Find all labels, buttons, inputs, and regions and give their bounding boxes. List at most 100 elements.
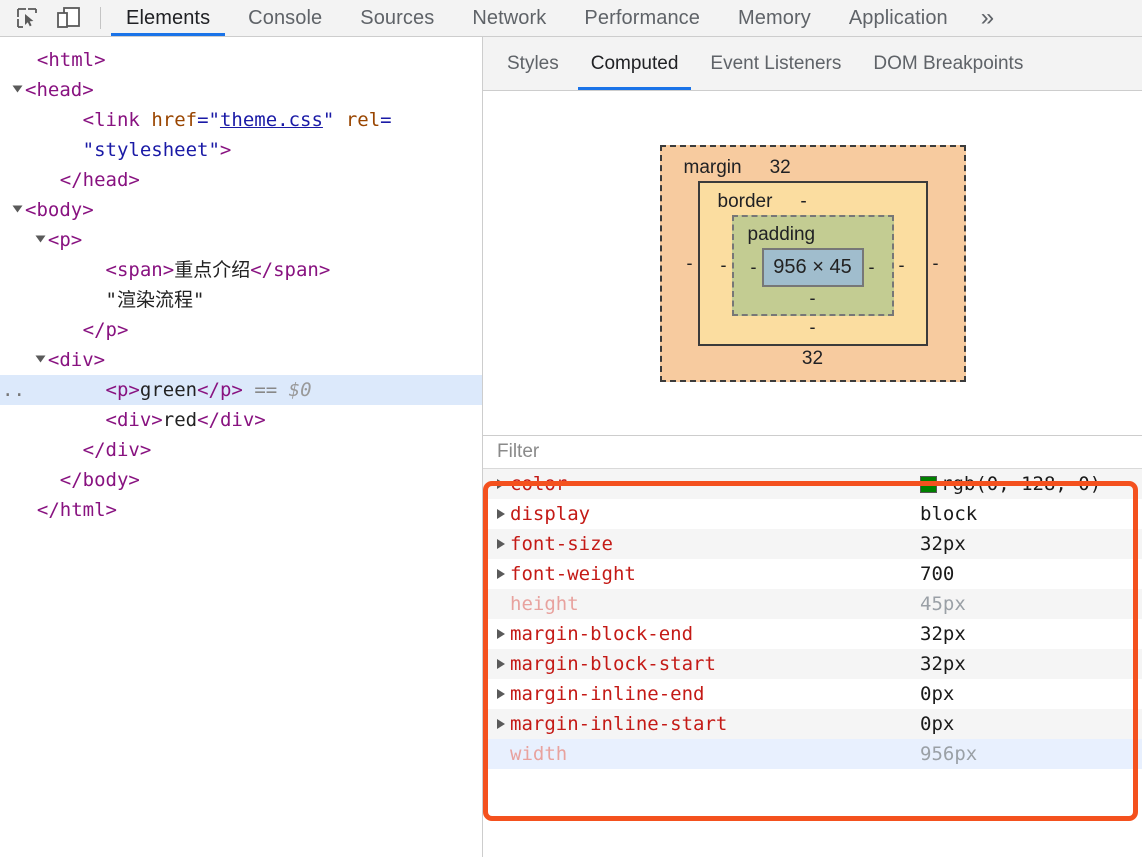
box-model-padding-header: padding [746,222,880,248]
dom-token-punc: > [94,349,105,371]
computed-property-row[interactable]: displayblock [483,499,1142,529]
computed-property-name: margin-inline-end [510,683,920,705]
dom-token-punc: > [82,79,93,101]
dom-tree-row[interactable]: <span>重点介绍</span> [0,255,482,285]
tab-application[interactable]: Application [830,0,967,36]
expand-triangle-icon[interactable] [13,206,23,213]
dom-tree-row[interactable]: "stylesheet"> [0,135,482,165]
subtab-event-listeners[interactable]: Event Listeners [694,37,857,90]
dom-tree-row[interactable]: <div> [0,345,482,375]
dom-token-punc: < [25,79,36,101]
chevron-right-icon[interactable] [497,659,505,669]
dom-tree-row[interactable]: </head> [0,165,482,195]
computed-property-row[interactable]: colorrgb(0, 128, 0) [483,469,1142,499]
tab-memory[interactable]: Memory [719,0,830,36]
computed-property-row[interactable]: width956px [483,739,1142,769]
dom-token-punc: > [220,139,231,161]
chevron-right-icon[interactable] [497,719,505,729]
dom-tree-row[interactable]: </html> [0,495,482,525]
chevron-right-icon[interactable] [497,479,505,489]
chevron-right-icon[interactable] [497,629,505,639]
subtab-dom-breakpoints[interactable]: DOM Breakpoints [857,37,1039,90]
dom-tree-row[interactable]: "渲染流程" [0,285,482,315]
dom-tree-row[interactable]: <link href="theme.css" rel= [0,105,482,135]
box-model-border-top[interactable]: - [800,191,806,213]
tab-network[interactable]: Network [453,0,565,36]
inspect-element-icon[interactable] [14,5,40,31]
dom-tree-panel[interactable]: <html><head> <link href="theme.css" rel=… [0,37,483,857]
box-model-margin-left[interactable]: - [682,253,698,274]
dom-token-dollar: $0 [289,379,312,401]
chevron-right-icon[interactable] [497,539,505,549]
dom-token-punc: </ [60,169,83,191]
computed-property-row[interactable]: height45px [483,589,1142,619]
chevron-right-icon[interactable] [497,689,505,699]
dom-tree-row[interactable]: <div>red</div> [0,405,482,435]
filter-bar[interactable]: Filter [483,436,1142,468]
computed-property-name: font-size [510,533,920,555]
computed-property-row[interactable]: font-weight700 [483,559,1142,589]
box-model-padding-left[interactable]: - [746,257,762,278]
computed-property-row[interactable]: margin-block-end32px [483,619,1142,649]
dom-token-plain [334,109,345,131]
box-model-border-left[interactable]: - [716,255,732,276]
box-model-border-right[interactable]: - [894,255,910,276]
box-model-margin[interactable]: margin 32 - border - - [660,145,966,382]
more-tabs-icon[interactable]: » [967,0,1008,36]
box-model-margin-bottom[interactable]: 32 [682,346,944,372]
computed-property-row[interactable]: margin-inline-start0px [483,709,1142,739]
dom-row-indent [14,289,106,311]
box-model-padding[interactable]: padding - 956 × 45 - - [732,215,894,316]
tab-performance[interactable]: Performance [565,0,719,36]
dom-token-tag: div [117,409,151,431]
expand-triangle-icon[interactable] [35,236,45,243]
dom-tree-row[interactable]: </body> [0,465,482,495]
expand-triangle-icon[interactable] [13,86,23,93]
computed-property-value-text: block [920,503,977,525]
dom-token-link: theme.css [220,109,323,131]
computed-property-value-text: 956px [920,743,977,765]
computed-property-value: 45px [920,593,966,615]
box-model-padding-bottom[interactable]: - [746,287,880,309]
box-model-margin-top[interactable]: 32 [770,157,791,179]
main-split: <html><head> <link href="theme.css" rel=… [0,37,1142,857]
dom-row-indent [14,439,83,461]
computed-property-name: display [510,503,920,525]
computed-property-name: margin-block-start [510,653,920,675]
expand-triangle-icon[interactable] [35,356,45,363]
dom-token-punc: > [140,439,151,461]
subtab-computed[interactable]: Computed [575,37,695,90]
tab-console[interactable]: Console [229,0,341,36]
box-model-margin-right[interactable]: - [928,253,944,274]
computed-property-name: height [510,593,920,615]
subtab-computed-label: Computed [591,53,679,75]
dom-tree-row[interactable]: <head> [0,75,482,105]
dom-token-punc: </ [197,379,220,401]
subtab-event-listeners-label: Event Listeners [710,53,841,75]
dom-tree-row[interactable]: <body> [0,195,482,225]
computed-property-name: color [510,473,920,495]
computed-property-row[interactable]: margin-block-start32px [483,649,1142,679]
dom-tree-row[interactable]: </p> [0,315,482,345]
computed-property-row[interactable]: font-size32px [483,529,1142,559]
tab-sources[interactable]: Sources [341,0,453,36]
dom-row-indent [14,229,37,251]
box-model-border[interactable]: border - - padding - [698,181,928,346]
dom-tree-row[interactable]: </div> [0,435,482,465]
color-swatch[interactable] [920,476,937,493]
box-model-content[interactable]: 956 × 45 [762,248,864,287]
chevron-right-icon[interactable] [497,509,505,519]
dom-tree-row[interactable]: <html> [0,45,482,75]
computed-property-row[interactable]: margin-inline-end0px [483,679,1142,709]
tab-elements[interactable]: Elements [107,0,229,36]
computed-properties-list[interactable]: colorrgb(0, 128, 0)displayblockfont-size… [483,468,1142,857]
dom-tree-row[interactable]: <p> [0,225,482,255]
box-model-border-bottom[interactable]: - [716,316,910,338]
dom-token-punc: </ [37,499,60,521]
device-toolbar-icon[interactable] [56,5,82,31]
chevron-right-icon[interactable] [497,569,505,579]
dom-tree-row[interactable]: .. <p>green</p> == $0 [0,375,482,405]
filter-input[interactable]: Filter [497,441,539,463]
box-model-padding-right[interactable]: - [864,257,880,278]
subtab-styles[interactable]: Styles [491,37,575,90]
